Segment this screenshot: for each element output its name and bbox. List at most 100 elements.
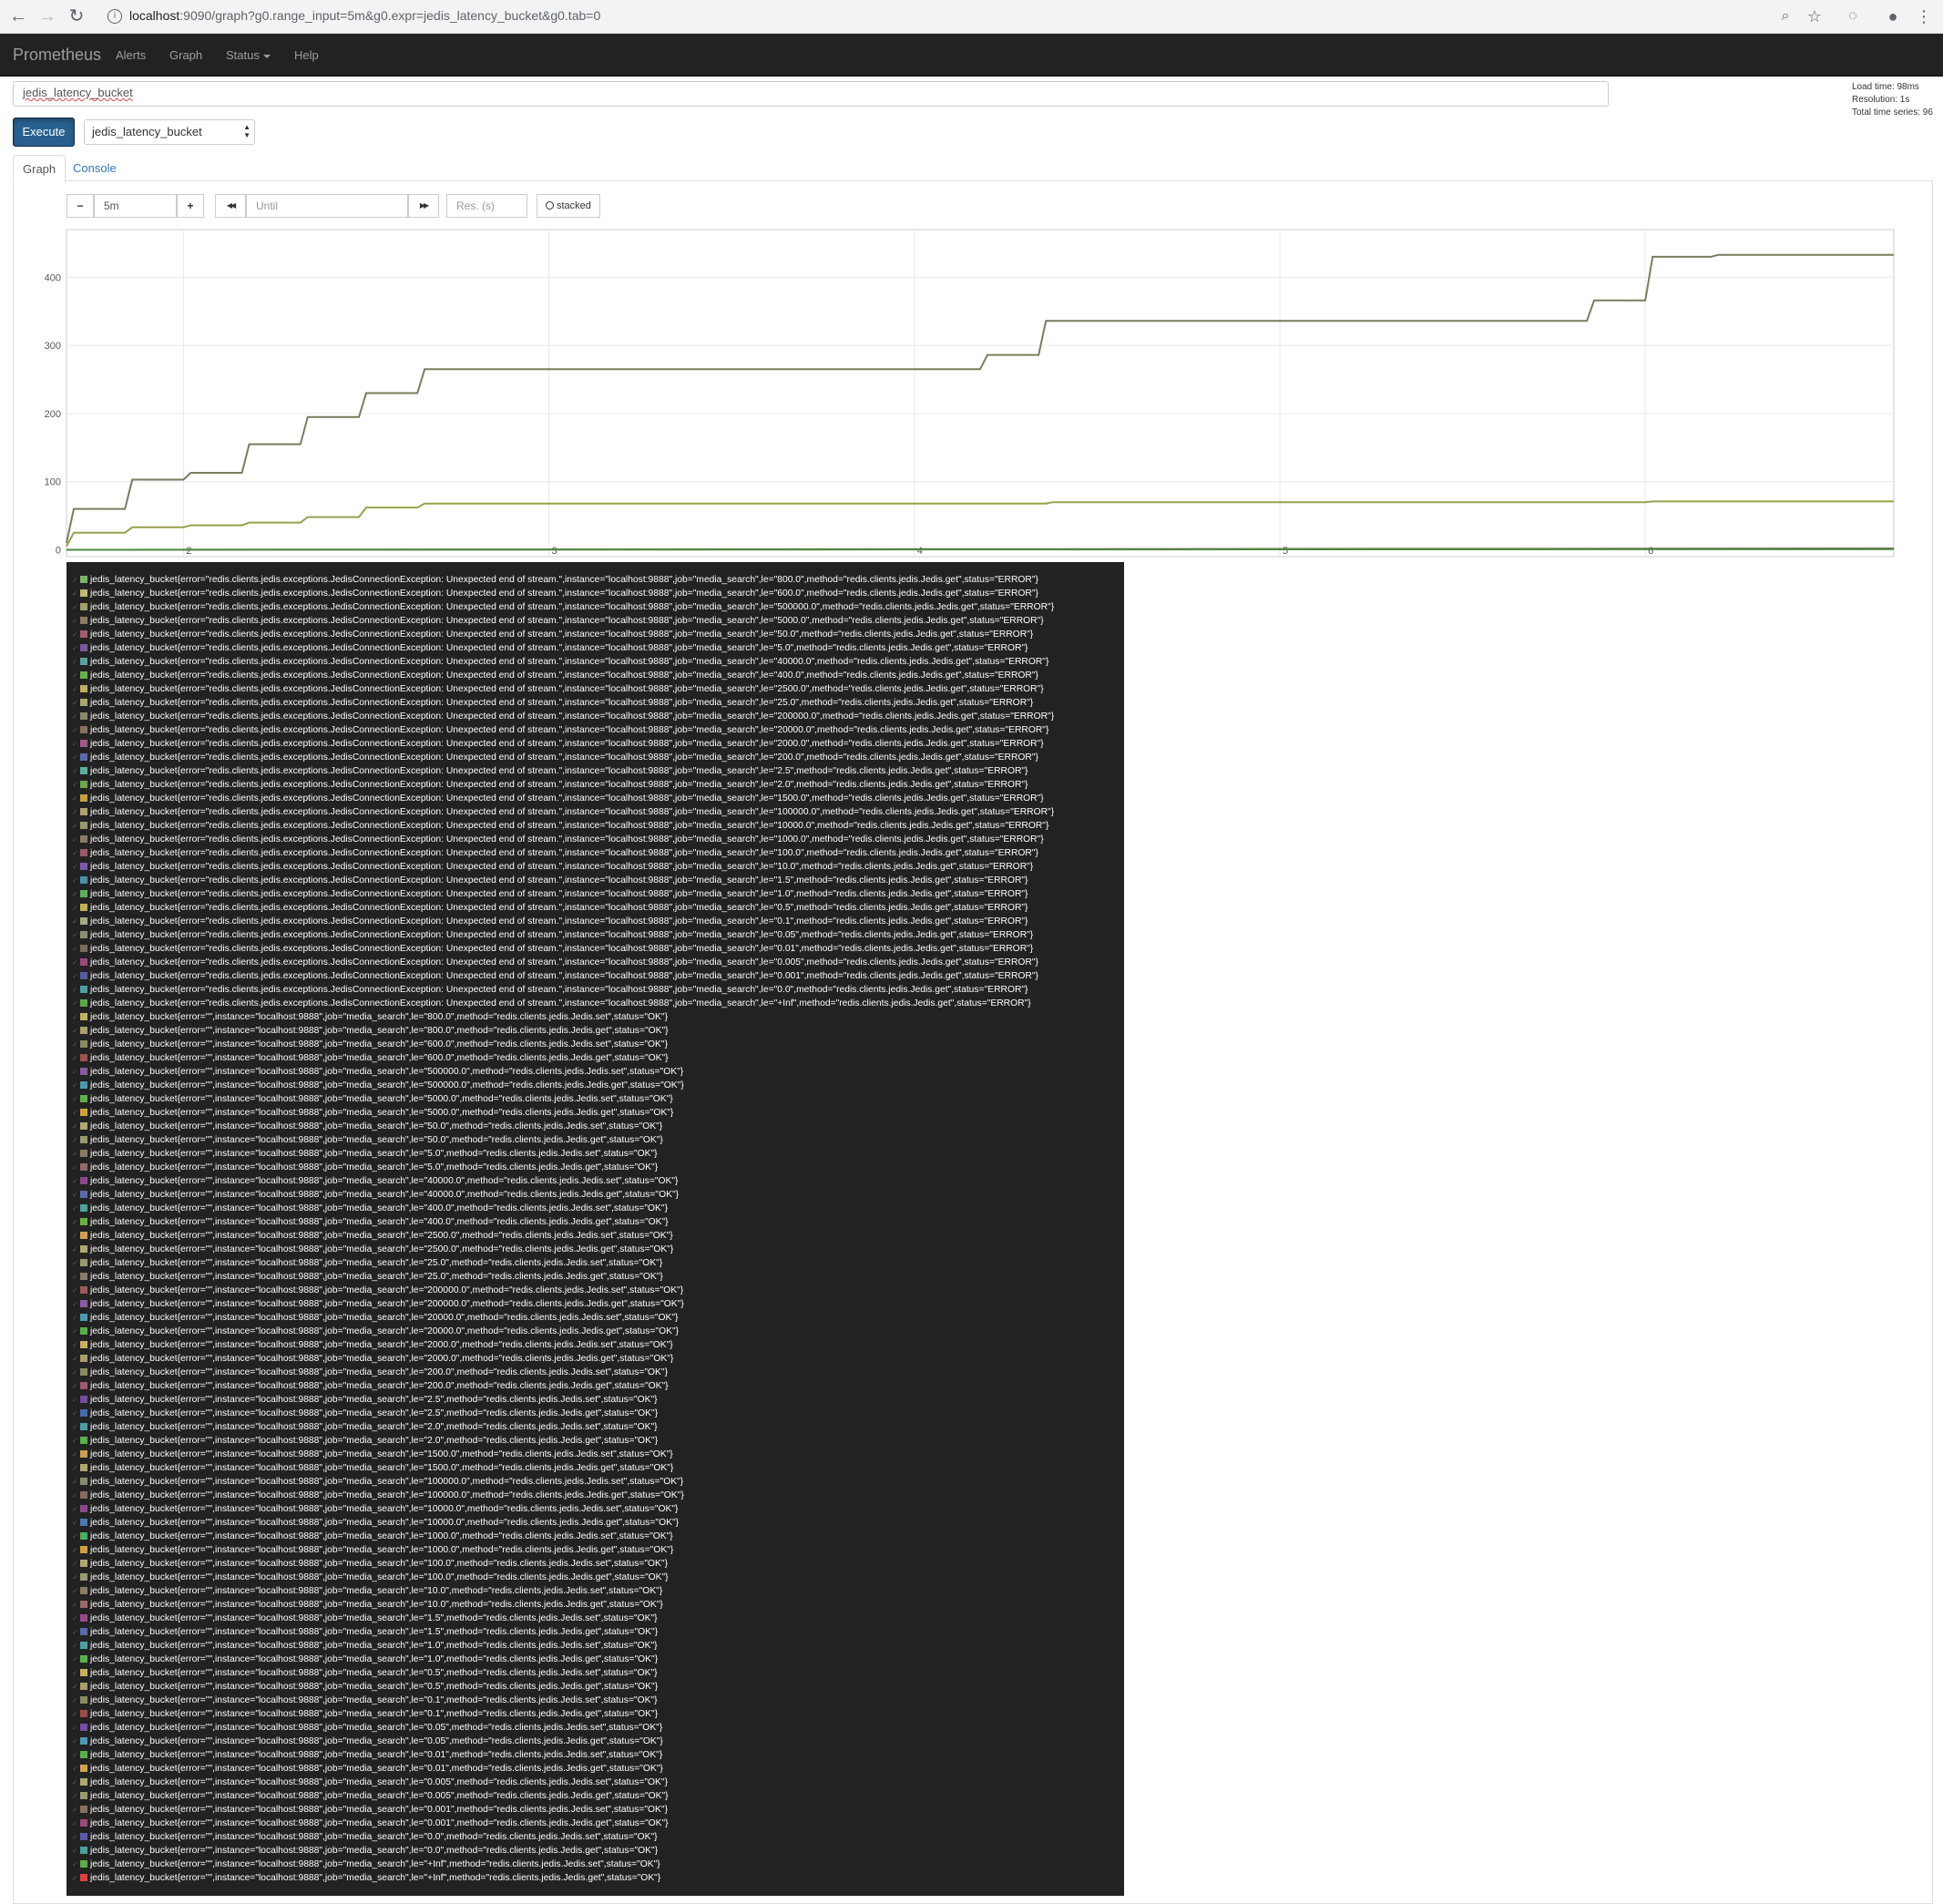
legend-item[interactable]: ✓ jedis_latency_bucket{error="",instance=… (72, 1079, 1124, 1092)
legend-item[interactable]: ✓ jedis_latency_bucket{error="redis.clien… (72, 614, 1124, 628)
legend-item[interactable]: ✓ jedis_latency_bucket{error="",instance=… (72, 1612, 1124, 1625)
legend-item[interactable]: ✓ jedis_latency_bucket{error="",instance=… (72, 1448, 1124, 1461)
legend-item[interactable]: ✓ jedis_latency_bucket{error="",instance=… (72, 1092, 1124, 1106)
legend-item[interactable]: ✓ jedis_latency_bucket{error="",instance=… (72, 1762, 1124, 1776)
legend-item[interactable]: ✓ jedis_latency_bucket{error="",instance=… (72, 1803, 1124, 1817)
legend-item[interactable]: ✓ jedis_latency_bucket{error="",instance=… (72, 1516, 1124, 1530)
legend-item[interactable]: ✓ jedis_latency_bucket{error="",instance=… (72, 1366, 1124, 1379)
legend-item[interactable]: ✓ jedis_latency_bucket{error="redis.clien… (72, 833, 1124, 846)
legend-item[interactable]: ✓ jedis_latency_bucket{error="",instance=… (72, 1475, 1124, 1489)
legend-item[interactable]: ✓ jedis_latency_bucket{error="",instance=… (72, 1830, 1124, 1844)
legend-item[interactable]: ✓ jedis_latency_bucket{error="",instance=… (72, 1065, 1124, 1079)
legend-item[interactable]: ✓ jedis_latency_bucket{error="redis.clien… (72, 669, 1124, 682)
legend-item[interactable]: ✓ jedis_latency_bucket{error="",instance=… (72, 1625, 1124, 1639)
legend-item[interactable]: ✓ jedis_latency_bucket{error="",instance=… (72, 1325, 1124, 1338)
legend-item[interactable]: ✓ jedis_latency_bucket{error="redis.clien… (72, 655, 1124, 669)
legend-item[interactable]: ✓ jedis_latency_bucket{error="",instance=… (72, 1215, 1124, 1229)
legend-item[interactable]: ✓ jedis_latency_bucket{error="",instance=… (72, 1120, 1124, 1133)
legend-item[interactable]: ✓ jedis_latency_bucket{error="redis.clien… (72, 860, 1124, 874)
legend-item[interactable]: ✓ jedis_latency_bucket{error="",instance=… (72, 1721, 1124, 1735)
legend-item[interactable]: ✓ jedis_latency_bucket{error="",instance=… (72, 1817, 1124, 1830)
legend-item[interactable]: ✓ jedis_latency_bucket{error="redis.clien… (72, 887, 1124, 901)
legend-item[interactable]: ✓ jedis_latency_bucket{error="redis.clien… (72, 983, 1124, 997)
legend-item[interactable]: ✓ jedis_latency_bucket{error="",instance=… (72, 1598, 1124, 1612)
legend-item[interactable]: ✓ jedis_latency_bucket{error="redis.clien… (72, 600, 1124, 614)
legend-item[interactable]: ✓ jedis_latency_bucket{error="",instance=… (72, 1352, 1124, 1366)
legend-item[interactable]: ✓ jedis_latency_bucket{error="redis.clien… (72, 956, 1124, 969)
legend-item[interactable]: ✓ jedis_latency_bucket{error="redis.clien… (72, 573, 1124, 587)
legend-item[interactable]: ✓ jedis_latency_bucket{error="",instance=… (72, 1051, 1124, 1065)
legend-item[interactable]: ✓ jedis_latency_bucket{error="",instance=… (72, 1010, 1124, 1024)
legend-item[interactable]: ✓ jedis_latency_bucket{error="",instance=… (72, 1147, 1124, 1161)
legend-item[interactable]: ✓ jedis_latency_bucket{error="",instance=… (72, 1407, 1124, 1420)
tab-graph[interactable]: Graph (13, 155, 66, 183)
legend-item[interactable]: ✓ jedis_latency_bucket{error="",instance=… (72, 1284, 1124, 1297)
legend-item[interactable]: ✓ jedis_latency_bucket{error="",instance=… (72, 1584, 1124, 1598)
legend-item[interactable]: ✓ jedis_latency_bucket{error="",instance=… (72, 1680, 1124, 1694)
legend-item[interactable]: ✓ jedis_latency_bucket{error="",instance=… (72, 1776, 1124, 1789)
legend-item[interactable]: ✓ jedis_latency_bucket{error="",instance=… (72, 1133, 1124, 1147)
legend-item[interactable]: ✓ jedis_latency_bucket{error="redis.clien… (72, 723, 1124, 737)
legend-item[interactable]: ✓ jedis_latency_bucket{error="",instance=… (72, 1379, 1124, 1393)
legend-item[interactable]: ✓ jedis_latency_bucket{error="redis.clien… (72, 901, 1124, 915)
legend-item[interactable]: ✓ jedis_latency_bucket{error="",instance=… (72, 1311, 1124, 1325)
legend-item[interactable]: ✓ jedis_latency_bucket{error="redis.clien… (72, 819, 1124, 833)
legend-item[interactable]: ✓ jedis_latency_bucket{error="",instance=… (72, 1543, 1124, 1557)
legend-item[interactable]: ✓ jedis_latency_bucket{error="redis.clien… (72, 915, 1124, 928)
legend-item[interactable]: ✓ jedis_latency_bucket{error="",instance=… (72, 1202, 1124, 1215)
legend-item[interactable]: ✓ jedis_latency_bucket{error="",instance=… (72, 1639, 1124, 1653)
legend-item[interactable]: ✓ jedis_latency_bucket{error="",instance=… (72, 1557, 1124, 1571)
legend-item[interactable]: ✓ jedis_latency_bucket{error="",instance=… (72, 1024, 1124, 1038)
legend-item[interactable]: ✓ jedis_latency_bucket{error="redis.clien… (72, 751, 1124, 764)
legend-item[interactable]: ✓ jedis_latency_bucket{error="redis.clien… (72, 997, 1124, 1010)
legend-item[interactable]: ✓ jedis_latency_bucket{error="redis.clien… (72, 969, 1124, 983)
legend-item[interactable]: ✓ jedis_latency_bucket{error="",instance=… (72, 1502, 1124, 1516)
legend-item[interactable]: ✓ jedis_latency_bucket{error="",instance=… (72, 1106, 1124, 1120)
legend-item[interactable]: ✓ jedis_latency_bucket{error="",instance=… (72, 1707, 1124, 1721)
legend-item[interactable]: ✓ jedis_latency_bucket{error="",instance=… (72, 1844, 1124, 1858)
legend-item[interactable]: ✓ jedis_latency_bucket{error="redis.clien… (72, 628, 1124, 641)
legend-item[interactable]: ✓ jedis_latency_bucket{error="",instance=… (72, 1434, 1124, 1448)
legend-item[interactable]: ✓ jedis_latency_bucket{error="",instance=… (72, 1858, 1124, 1871)
legend-item[interactable]: ✓ jedis_latency_bucket{error="redis.clien… (72, 682, 1124, 696)
check-icon: ✓ (72, 1696, 78, 1704)
legend-item[interactable]: ✓ jedis_latency_bucket{error="",instance=… (72, 1489, 1124, 1502)
legend-item[interactable]: ✓ jedis_latency_bucket{error="",instance=… (72, 1270, 1124, 1284)
legend-item[interactable]: ✓ jedis_latency_bucket{error="",instance=… (72, 1789, 1124, 1803)
legend-item[interactable]: ✓ jedis_latency_bucket{error="redis.clien… (72, 696, 1124, 710)
legend-item[interactable]: ✓ jedis_latency_bucket{error="redis.clien… (72, 792, 1124, 805)
legend-item[interactable]: ✓ jedis_latency_bucket{error="",instance=… (72, 1420, 1124, 1434)
legend-item[interactable]: ✓ jedis_latency_bucket{error="redis.clien… (72, 778, 1124, 792)
legend-item[interactable]: ✓ jedis_latency_bucket{error="",instance=… (72, 1229, 1124, 1243)
legend-item[interactable]: ✓ jedis_latency_bucket{error="redis.clien… (72, 846, 1124, 860)
legend-item[interactable]: ✓ jedis_latency_bucket{error="",instance=… (72, 1393, 1124, 1407)
legend-item[interactable]: ✓ jedis_latency_bucket{error="redis.clien… (72, 710, 1124, 723)
legend-item[interactable]: ✓ jedis_latency_bucket{error="redis.clien… (72, 942, 1124, 956)
legend-item[interactable]: ✓ jedis_latency_bucket{error="",instance=… (72, 1571, 1124, 1584)
legend-item[interactable]: ✓ jedis_latency_bucket{error="",instance=… (72, 1243, 1124, 1256)
legend-item[interactable]: ✓ jedis_latency_bucket{error="",instance=… (72, 1338, 1124, 1352)
legend-item[interactable]: ✓ jedis_latency_bucket{error="redis.clien… (72, 764, 1124, 778)
legend-item[interactable]: ✓ jedis_latency_bucket{error="",instance=… (72, 1174, 1124, 1188)
legend-item[interactable]: ✓ jedis_latency_bucket{error="redis.clien… (72, 928, 1124, 942)
legend-item[interactable]: ✓ jedis_latency_bucket{error="",instance=… (72, 1038, 1124, 1051)
legend-item[interactable]: ✓ jedis_latency_bucket{error="",instance=… (72, 1653, 1124, 1666)
legend-item[interactable]: ✓ jedis_latency_bucket{error="",instance=… (72, 1748, 1124, 1762)
legend-item[interactable]: ✓ jedis_latency_bucket{error="redis.clien… (72, 737, 1124, 751)
legend-item[interactable]: ✓ jedis_latency_bucket{error="",instance=… (72, 1666, 1124, 1680)
legend-item[interactable]: ✓ jedis_latency_bucket{error="",instance=… (72, 1161, 1124, 1174)
legend-item[interactable]: ✓ jedis_latency_bucket{error="",instance=… (72, 1871, 1124, 1885)
legend-item[interactable]: ✓ jedis_latency_bucket{error="",instance=… (72, 1530, 1124, 1543)
legend-item[interactable]: ✓ jedis_latency_bucket{error="",instance=… (72, 1461, 1124, 1475)
legend-item[interactable]: ✓ jedis_latency_bucket{error="",instance=… (72, 1297, 1124, 1311)
graph-chart[interactable]: 0 100 200 300 400 2 3 4 5 6 (0, 0, 1943, 565)
legend-item[interactable]: ✓ jedis_latency_bucket{error="redis.clien… (72, 805, 1124, 819)
legend-item[interactable]: ✓ jedis_latency_bucket{error="",instance=… (72, 1256, 1124, 1270)
legend-item[interactable]: ✓ jedis_latency_bucket{error="redis.clien… (72, 874, 1124, 887)
legend-item[interactable]: ✓ jedis_latency_bucket{error="",instance=… (72, 1735, 1124, 1748)
legend-item[interactable]: ✓ jedis_latency_bucket{error="",instance=… (72, 1694, 1124, 1707)
legend-swatch (80, 1491, 87, 1499)
legend-item[interactable]: ✓ jedis_latency_bucket{error="",instance=… (72, 1188, 1124, 1202)
legend-item[interactable]: ✓ jedis_latency_bucket{error="redis.clien… (72, 587, 1124, 600)
legend-item[interactable]: ✓ jedis_latency_bucket{error="redis.clien… (72, 641, 1124, 655)
